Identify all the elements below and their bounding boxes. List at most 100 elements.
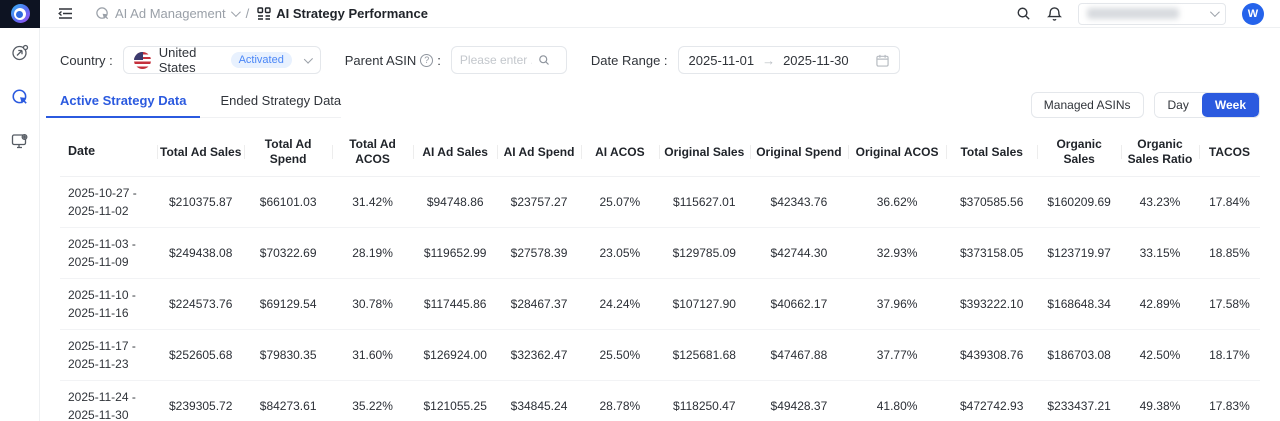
value-cell: $160209.69 bbox=[1037, 177, 1121, 228]
value-cell: $472742.93 bbox=[946, 381, 1037, 421]
week-toggle[interactable]: Week bbox=[1202, 93, 1259, 117]
column-header: AI Ad Sales bbox=[413, 128, 497, 177]
app-window: AI Ad Management / AI Strategy Performan… bbox=[0, 0, 1280, 421]
search-icon[interactable] bbox=[1016, 6, 1031, 21]
value-cell: $49428.37 bbox=[750, 381, 848, 421]
value-cell: 18.17% bbox=[1199, 330, 1260, 381]
sidebar bbox=[0, 28, 40, 421]
topbar-actions: W bbox=[1016, 3, 1280, 25]
column-header: Date bbox=[60, 128, 157, 177]
sidebar-item-ai-ad-management-icon[interactable] bbox=[11, 88, 29, 106]
table-row: 2025-11-03 -2025-11-09$249438.08$70322.6… bbox=[60, 228, 1260, 279]
notification-bell-icon[interactable] bbox=[1047, 6, 1062, 22]
value-cell: $69129.54 bbox=[244, 279, 331, 330]
value-cell: 28.78% bbox=[581, 381, 659, 421]
sidebar-item-campaign-icon[interactable] bbox=[11, 44, 29, 62]
value-cell: 17.83% bbox=[1199, 381, 1260, 421]
calendar-icon bbox=[876, 54, 889, 67]
filter-bar: Country : United States Activated Parent… bbox=[60, 46, 1260, 74]
value-cell: 49.38% bbox=[1121, 381, 1199, 421]
date-end: 2025-11-30 bbox=[783, 53, 849, 68]
value-cell: $252605.68 bbox=[157, 330, 244, 381]
avatar[interactable]: W bbox=[1242, 3, 1264, 25]
column-header: TACOS bbox=[1199, 128, 1260, 177]
ad-target-icon bbox=[95, 6, 110, 21]
table-row: 2025-11-17 -2025-11-23$252605.68$79830.3… bbox=[60, 330, 1260, 381]
value-cell: $70322.69 bbox=[244, 228, 331, 279]
main-content: Country : United States Activated Parent… bbox=[40, 28, 1280, 421]
breadcrumb-current[interactable]: AI Strategy Performance bbox=[257, 6, 428, 21]
tab-active-strategy-data[interactable]: Active Strategy Data bbox=[60, 93, 186, 108]
column-header: Original ACOS bbox=[848, 128, 946, 177]
date-cell: 2025-10-27 -2025-11-02 bbox=[60, 177, 157, 228]
day-toggle[interactable]: Day bbox=[1155, 93, 1202, 117]
column-header: Organic Sales bbox=[1037, 128, 1121, 177]
value-cell: $233437.21 bbox=[1037, 381, 1121, 421]
activated-badge: Activated bbox=[231, 52, 292, 68]
tab-ended-strategy-data[interactable]: Ended Strategy Data bbox=[220, 93, 341, 108]
us-flag-icon bbox=[134, 52, 151, 69]
managed-asins-button[interactable]: Managed ASINs bbox=[1031, 92, 1144, 118]
value-cell: $117445.86 bbox=[413, 279, 497, 330]
value-cell: $129785.09 bbox=[659, 228, 750, 279]
granularity-toggle: Day Week bbox=[1154, 92, 1260, 118]
toolbar: Managed ASINs Day Week bbox=[1031, 92, 1260, 118]
table-body: 2025-10-27 -2025-11-02$210375.87$66101.0… bbox=[60, 177, 1260, 421]
value-cell: 23.05% bbox=[581, 228, 659, 279]
value-cell: 37.77% bbox=[848, 330, 946, 381]
value-cell: 17.58% bbox=[1199, 279, 1260, 330]
tabs-row: Active Strategy Data Ended Strategy Data… bbox=[60, 92, 1260, 118]
value-cell: 25.07% bbox=[581, 177, 659, 228]
value-cell: $34845.24 bbox=[497, 381, 581, 421]
country-value: United States bbox=[159, 45, 223, 75]
value-cell: $47467.88 bbox=[750, 330, 848, 381]
value-cell: $66101.03 bbox=[244, 177, 331, 228]
value-cell: $168648.34 bbox=[1037, 279, 1121, 330]
value-cell: 17.84% bbox=[1199, 177, 1260, 228]
column-header: Organic Sales Ratio bbox=[1121, 128, 1199, 177]
country-label: Country : bbox=[60, 53, 113, 68]
value-cell: 42.50% bbox=[1121, 330, 1199, 381]
value-cell: 18.85% bbox=[1199, 228, 1260, 279]
chevron-down-icon bbox=[231, 7, 241, 17]
value-cell: $42744.30 bbox=[750, 228, 848, 279]
value-cell: $373158.05 bbox=[946, 228, 1037, 279]
value-cell: $42343.76 bbox=[750, 177, 848, 228]
logo-icon bbox=[11, 4, 30, 23]
value-cell: 24.24% bbox=[581, 279, 659, 330]
value-cell: 32.93% bbox=[848, 228, 946, 279]
value-cell: $27578.39 bbox=[497, 228, 581, 279]
value-cell: $115627.01 bbox=[659, 177, 750, 228]
value-cell: $28467.37 bbox=[497, 279, 581, 330]
account-select[interactable] bbox=[1078, 3, 1226, 25]
value-cell: $32362.47 bbox=[497, 330, 581, 381]
breadcrumb: AI Ad Management / AI Strategy Performan… bbox=[95, 6, 428, 21]
app-logo[interactable] bbox=[0, 0, 40, 28]
chevron-down-icon bbox=[304, 54, 313, 63]
parent-asin-input[interactable] bbox=[460, 53, 532, 67]
value-cell: 25.50% bbox=[581, 330, 659, 381]
sidebar-item-monitor-settings-icon[interactable] bbox=[11, 132, 29, 150]
strategy-grid-icon bbox=[257, 7, 271, 21]
parent-asin-label: Parent ASIN ?: bbox=[345, 53, 441, 68]
value-cell: 35.22% bbox=[332, 381, 413, 421]
country-select[interactable]: United States Activated bbox=[123, 46, 321, 74]
table-row: 2025-10-27 -2025-11-02$210375.87$66101.0… bbox=[60, 177, 1260, 228]
value-cell: $239305.72 bbox=[157, 381, 244, 421]
value-cell: 43.23% bbox=[1121, 177, 1199, 228]
value-cell: $23757.27 bbox=[497, 177, 581, 228]
date-start: 2025-11-01 bbox=[689, 53, 755, 68]
value-cell: 30.78% bbox=[332, 279, 413, 330]
value-cell: $224573.76 bbox=[157, 279, 244, 330]
column-header: Total Sales bbox=[946, 128, 1037, 177]
sidebar-collapse-icon[interactable] bbox=[58, 7, 73, 20]
value-cell: $121055.25 bbox=[413, 381, 497, 421]
help-icon[interactable]: ? bbox=[420, 54, 433, 67]
value-cell: $40662.17 bbox=[750, 279, 848, 330]
column-header: AI Ad Spend bbox=[497, 128, 581, 177]
date-range-picker[interactable]: 2025-11-01 → 2025-11-30 bbox=[678, 46, 900, 74]
table-header-row: DateTotal Ad SalesTotal Ad SpendTotal Ad… bbox=[60, 128, 1260, 177]
value-cell: 31.60% bbox=[332, 330, 413, 381]
value-cell: $370585.56 bbox=[946, 177, 1037, 228]
breadcrumb-parent[interactable]: AI Ad Management bbox=[95, 6, 238, 21]
